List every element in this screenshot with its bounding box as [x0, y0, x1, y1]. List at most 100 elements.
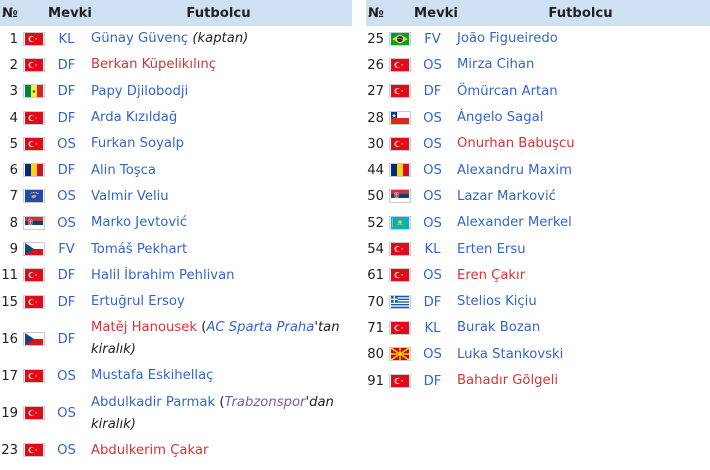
player-name-link[interactable]: Onurhan Babuşcu	[457, 136, 575, 151]
player-name-link[interactable]: Alexandru Maxim	[457, 163, 572, 178]
player-name-link[interactable]: Valmir Veliu	[91, 189, 169, 204]
kosovo-flag-icon[interactable]	[23, 189, 45, 204]
turkey-flag-icon[interactable]	[23, 110, 45, 125]
position-link[interactable]: DF	[48, 79, 85, 105]
turkey-flag-icon[interactable]	[389, 268, 411, 283]
position-link[interactable]: OS	[414, 105, 451, 131]
serbia-flag-icon[interactable]	[389, 189, 411, 204]
turkey-flag-icon[interactable]	[389, 84, 411, 99]
position-link[interactable]: OS	[48, 184, 85, 210]
position-link[interactable]: OS	[48, 363, 85, 389]
player-name-link[interactable]: Ertuğrul Ersoy	[91, 294, 185, 309]
player-name-link[interactable]: Stelios Kiçiu	[457, 294, 537, 309]
position-link[interactable]: KL	[48, 26, 85, 52]
loan-club-link[interactable]: Trabzonspor	[224, 395, 305, 410]
player-name-link[interactable]: Luka Stankovski	[457, 347, 563, 362]
turkey-flag-icon[interactable]	[23, 136, 45, 151]
position-link[interactable]: FV	[48, 236, 85, 262]
position-link[interactable]: DF	[48, 315, 85, 363]
player-name-link[interactable]: Abdulkerim Çakar	[91, 443, 208, 458]
czech-flag-icon[interactable]	[23, 242, 45, 257]
player-name-link[interactable]: Marko Jevtović	[91, 215, 187, 230]
chile-flag-icon[interactable]	[389, 110, 411, 125]
player-number: 11	[1, 268, 18, 284]
position-link[interactable]: FV	[414, 26, 451, 52]
turkey-flag-icon[interactable]	[23, 368, 45, 383]
turkey-flag-icon[interactable]	[23, 406, 45, 421]
player-cell: Ángelo Sagal	[451, 105, 710, 131]
position-link[interactable]: OS	[414, 184, 451, 210]
player-name-link[interactable]: Furkan Soyalp	[91, 136, 184, 151]
senegal-flag-icon[interactable]	[23, 84, 45, 99]
player-name-link[interactable]: Lazar Marković	[457, 189, 556, 204]
player-name-link[interactable]: Eren Çakır	[457, 268, 525, 283]
player-name-link[interactable]: Alin Toşca	[91, 163, 156, 178]
player-number: 9	[9, 242, 18, 258]
greece-flag-icon[interactable]	[389, 294, 411, 309]
table-row: 2 DF Berkan Küpelikılınç	[0, 52, 352, 78]
position-link[interactable]: OS	[48, 390, 85, 438]
position-link[interactable]: KL	[414, 315, 451, 341]
player-name-link[interactable]: Ömürcan Artan	[457, 84, 558, 99]
position-link[interactable]: DF	[48, 105, 85, 131]
table-row: 70 DF Stelios Kiçiu	[366, 289, 710, 315]
player-name-link[interactable]: Berkan Küpelikılınç	[91, 57, 216, 72]
serbia-flag-icon[interactable]	[23, 215, 45, 230]
position-link[interactable]: DF	[414, 368, 451, 394]
player-name-link[interactable]: Matěj Hanousek	[91, 320, 197, 335]
position-link[interactable]: KL	[414, 236, 451, 262]
romania-flag-icon[interactable]	[389, 163, 411, 178]
macedonia-flag-icon[interactable]	[389, 347, 411, 362]
player-name-link[interactable]: Abdulkadir Parmak	[91, 395, 215, 410]
position-link[interactable]: DF	[414, 289, 451, 315]
header-player: Futbolcu	[85, 0, 352, 26]
player-name-link[interactable]: Burak Bozan	[457, 320, 540, 335]
position-link[interactable]: DF	[48, 289, 85, 315]
position-link[interactable]: OS	[48, 210, 85, 236]
romania-flag-icon[interactable]	[23, 163, 45, 178]
player-name-link[interactable]: Halil İbrahim Pehlivan	[91, 268, 235, 283]
turkey-flag-icon[interactable]	[23, 268, 45, 283]
header-number: №	[366, 0, 386, 26]
brazil-flag-icon[interactable]	[389, 31, 411, 46]
turkey-flag-icon[interactable]	[389, 242, 411, 257]
kazakhstan-flag-icon[interactable]	[389, 215, 411, 230]
position-link[interactable]: OS	[414, 52, 451, 78]
czech-flag-icon[interactable]	[23, 331, 45, 346]
player-number: 7	[9, 189, 18, 205]
player-name-link[interactable]: Bahadır Gölgeli	[457, 373, 558, 388]
player-name-link[interactable]: Arda Kızıldağ	[91, 110, 177, 125]
turkey-flag-icon[interactable]	[23, 31, 45, 46]
player-name-link[interactable]: Mirza Cihan	[457, 57, 534, 72]
turkey-flag-icon[interactable]	[23, 294, 45, 309]
turkey-flag-icon[interactable]	[23, 443, 45, 458]
position-link[interactable]: DF	[48, 52, 85, 78]
table-row: 19 OS Abdulkadir Parmak (Trabzonspor'dan k…	[0, 390, 352, 438]
loan-club-link[interactable]: AC Sparta Praha	[206, 320, 314, 335]
player-name-link[interactable]: Ángelo Sagal	[457, 110, 543, 125]
position-link[interactable]: OS	[414, 131, 451, 157]
player-name-link[interactable]: Günay Güvenç	[91, 31, 188, 46]
player-name-link[interactable]: Alexander Merkel	[457, 215, 572, 230]
player-name-link[interactable]: Mustafa Eskihellaç	[91, 368, 213, 383]
turkey-flag-icon[interactable]	[389, 136, 411, 151]
player-name-link[interactable]: Papy Djilobodji	[91, 84, 188, 99]
player-number: 44	[367, 163, 384, 179]
player-name-link[interactable]: Tomáš Pekhart	[91, 242, 187, 257]
turkey-flag-icon[interactable]	[389, 373, 411, 388]
position-link[interactable]: OS	[48, 131, 85, 157]
position-link[interactable]: OS	[414, 263, 451, 289]
player-name-link[interactable]: Erten Ersu	[457, 242, 526, 257]
position-link[interactable]: DF	[48, 263, 85, 289]
turkey-flag-icon[interactable]	[23, 57, 45, 72]
position-link[interactable]: OS	[414, 342, 451, 368]
position-link[interactable]: OS	[48, 438, 85, 464]
turkey-flag-icon[interactable]	[389, 57, 411, 72]
position-link[interactable]: DF	[414, 79, 451, 105]
position-link[interactable]: OS	[414, 210, 451, 236]
flag-cell	[386, 52, 414, 78]
turkey-flag-icon[interactable]	[389, 320, 411, 335]
position-link[interactable]: OS	[414, 157, 451, 183]
player-name-link[interactable]: João Figueiredo	[457, 31, 558, 46]
position-link[interactable]: DF	[48, 157, 85, 183]
